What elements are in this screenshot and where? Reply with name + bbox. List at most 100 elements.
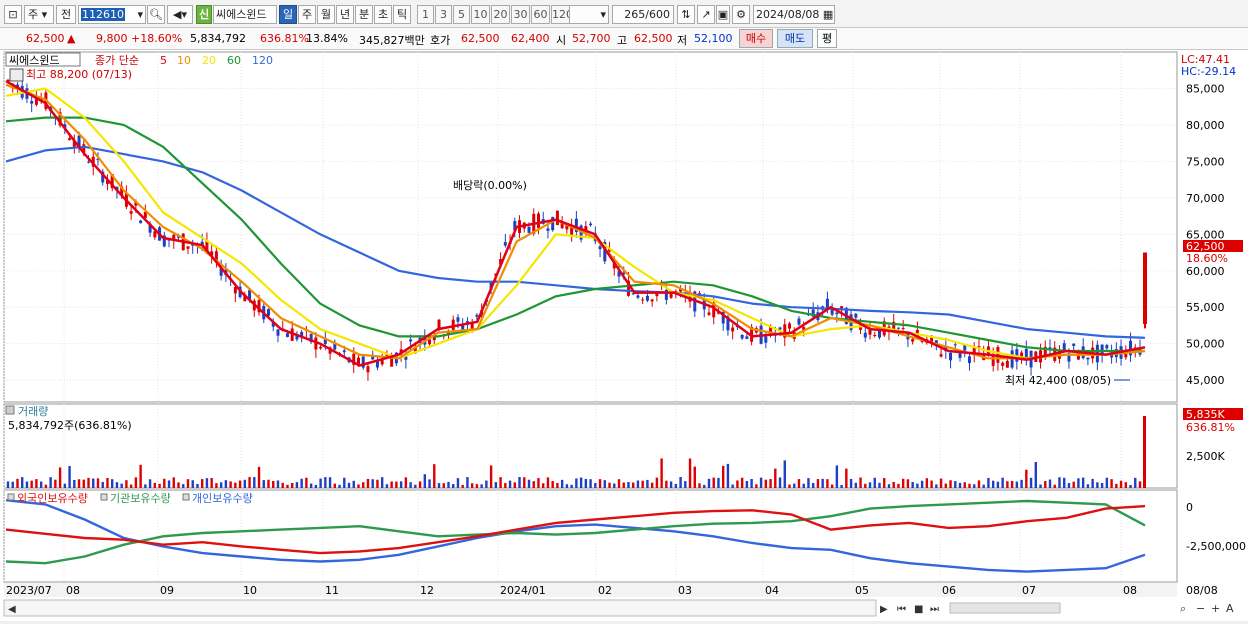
volume-bar [859, 477, 862, 488]
interval-button-3[interactable]: 3 [435, 5, 452, 24]
candle-body [409, 339, 413, 342]
volume-bar [338, 484, 341, 488]
low-price: 52,100 [694, 32, 733, 45]
volume-bar [669, 481, 673, 488]
window-menu-icon[interactable]: ⊡ [4, 5, 22, 24]
candle-body [87, 161, 91, 163]
volume-bar [594, 483, 597, 488]
volume-bar [485, 480, 488, 488]
price-axis-tick: 75,000 [1186, 155, 1225, 168]
interval-button-1[interactable]: 1 [417, 5, 434, 24]
trade-amount: 345,827백만 [359, 34, 425, 47]
stop-icon[interactable]: ■ [914, 604, 923, 615]
volume-bar [1067, 483, 1071, 488]
gear-icon[interactable]: ⚙ [732, 5, 750, 24]
volume-bar [234, 482, 237, 488]
draw-tool-icon[interactable]: ↗ [697, 5, 715, 24]
volume-bar [433, 464, 436, 488]
period-button-5[interactable]: 초 [374, 5, 392, 24]
zoom-out-icon[interactable]: − [1196, 602, 1205, 615]
interval-button-20[interactable]: 20 [491, 5, 510, 24]
volume-bar [442, 483, 445, 488]
volume-bar [96, 478, 100, 488]
volume-bar [731, 484, 734, 488]
volume-bar [1020, 479, 1023, 488]
volume-bar [404, 477, 408, 488]
volume-bar [508, 480, 512, 488]
sell-button[interactable]: 매도 [777, 29, 813, 48]
chart-area[interactable]: 씨에스윈드 종가 단순 5 10 20 60 120 최고 88,200 (07/13)… [0, 50, 1248, 621]
volume-bar [579, 477, 583, 488]
volume-panel-title: 거래량 [18, 405, 48, 418]
candle-body [437, 319, 441, 329]
horizontal-scrollbar[interactable] [3, 599, 877, 617]
candle-body [911, 338, 915, 342]
prev-button[interactable]: 전 [56, 5, 76, 24]
volume-bar [1110, 479, 1113, 488]
date-value: 2024/08/08 [756, 8, 820, 21]
open-price: 52,700 [572, 32, 611, 45]
volume-bar [35, 479, 38, 488]
count-input[interactable]: 265/600 [612, 5, 674, 24]
ma-legend-item: 10 [177, 54, 191, 67]
zoom-slider[interactable] [949, 602, 1061, 614]
volume-bar [764, 479, 768, 488]
font-size-icon[interactable]: A [1226, 602, 1234, 615]
buy-button[interactable]: 매수 [739, 29, 773, 48]
volume-bar [982, 484, 985, 488]
price-panel[interactable] [3, 51, 1178, 403]
volume-bar [366, 478, 370, 488]
volume-bar [480, 484, 483, 488]
volume-bar [807, 478, 810, 488]
scroll-right-icon[interactable]: ▶ [880, 604, 888, 615]
volume-bar [177, 482, 180, 488]
volume-bar [811, 483, 815, 488]
interval-button-10[interactable]: 10 [471, 5, 490, 24]
period-button-2[interactable]: 월 [317, 5, 335, 24]
market-select[interactable]: 주 ▾ [24, 5, 54, 24]
interval-dropdown[interactable]: ▾ [569, 5, 609, 24]
volume-bar [551, 481, 554, 488]
volume-bar [622, 482, 625, 488]
period-button-6[interactable]: 틱 [393, 5, 411, 24]
volume-bar [343, 477, 346, 488]
price-axis-tick: 80,000 [1186, 119, 1225, 132]
candle-body [835, 312, 839, 315]
volume-panel[interactable] [3, 403, 1178, 489]
zoom-in-icon[interactable]: + [1211, 602, 1220, 615]
scroll-left-icon[interactable]: ◀ [8, 604, 16, 615]
period-button-0[interactable]: 일 [279, 5, 297, 24]
volume-bar [272, 480, 275, 488]
volume-bar [456, 478, 460, 488]
period-button-1[interactable]: 주 [298, 5, 316, 24]
low-label: 저 [677, 34, 688, 47]
interval-button-60[interactable]: 60 [531, 5, 550, 24]
chart-canvas[interactable]: 씨에스윈드 종가 단순 5 10 20 60 120 최고 88,200 (07/13)… [0, 50, 1248, 621]
ma-legend-item: 60 [227, 54, 241, 67]
period-button-3[interactable]: 년 [336, 5, 354, 24]
chart-type-icon[interactable]: ⇅ [677, 5, 695, 24]
last-page-icon[interactable]: ⏭ [930, 604, 939, 615]
extra-button[interactable]: 평 [817, 29, 837, 48]
candle-body [342, 350, 346, 353]
x-axis-label: 08 [66, 584, 80, 597]
price-axis-tick: 50,000 [1186, 338, 1225, 351]
change-amount: 9,800 [96, 32, 128, 45]
first-page-icon[interactable]: ⏮ [897, 604, 906, 615]
candle-body [456, 317, 460, 322]
interval-button-30[interactable]: 30 [511, 5, 530, 24]
period-button-4[interactable]: 분 [355, 5, 373, 24]
volume-bar [845, 468, 848, 488]
volume-bar [1096, 482, 1099, 488]
volume-bar [712, 477, 715, 488]
speaker-icon[interactable]: ◀▾ [167, 5, 193, 24]
zoom-search-icon[interactable]: ⌕ [1180, 602, 1186, 615]
volume-bar [901, 478, 905, 488]
stock-code-input[interactable]: 112610 ▾ [78, 5, 146, 24]
search-icon[interactable]: 🔍︎ [147, 5, 165, 24]
save-icon[interactable]: ▣ [716, 5, 730, 24]
interval-button-5[interactable]: 5 [453, 5, 470, 24]
panel-toggle-icon[interactable] [9, 68, 24, 82]
date-input[interactable]: 2024/08/08 ▦ [753, 5, 835, 24]
volume-toggle-icon[interactable] [5, 405, 15, 415]
